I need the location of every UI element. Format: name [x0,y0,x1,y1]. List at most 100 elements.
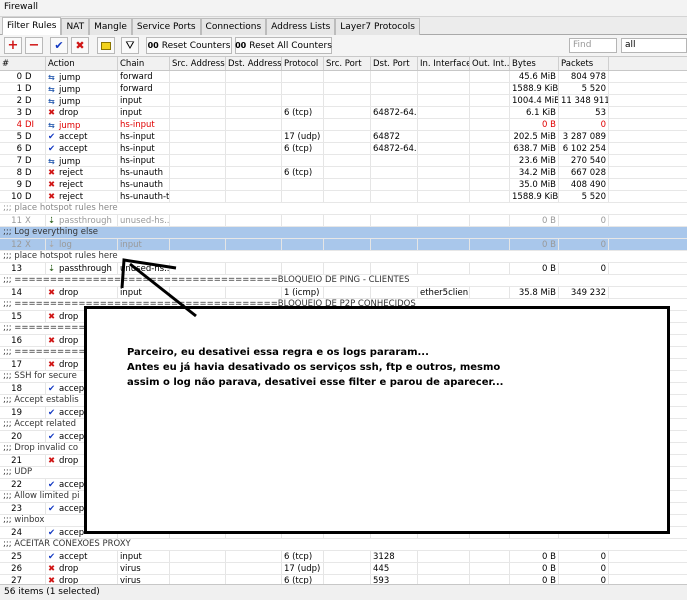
table-row[interactable]: 11 X ⇣ passthrough unused-hs... 0 B0 [0,215,687,227]
enable-icon[interactable]: ✔ [50,37,68,54]
tab-filter-rules[interactable]: Filter Rules [2,17,62,35]
rule-number: 13 [11,264,22,274]
column-header[interactable]: Chain [118,57,170,70]
drop-icon: ✖ [48,360,56,370]
comment-row[interactable]: ;;; place hotspot rules here [0,203,687,215]
find-input[interactable]: Find [569,38,617,53]
bytes-cell: 1004.4 MiB [512,95,559,106]
reset-all-counters-label: Reset All Counters [249,40,332,51]
comment-row[interactable]: ;;; Log everything else [0,227,687,239]
packets-cell: 667 028 [559,167,609,178]
table-row[interactable]: 12 X ⇣ log input 0 B0 [0,239,687,251]
reset-all-counters-button[interactable]: 00 Reset All Counters [235,37,332,54]
packets-cell: 804 978 [559,71,609,82]
chain-cell: unused-hs... [120,215,170,226]
column-header[interactable]: Protocol [282,57,324,70]
table-row[interactable]: 9 D ✖ reject hs-unauth 35.0 MiB 408 490 [0,179,687,191]
tab-mangle[interactable]: Mangle [89,18,132,35]
action-label: log [59,240,72,250]
packets-cell: 349 232 [559,287,609,298]
column-header[interactable]: Packets [559,57,609,70]
drop-icon: ✖ [48,168,56,178]
column-header[interactable]: Dst. Port [371,57,418,70]
annotation-box: Parceiro, eu desativei essa regra e os l… [84,306,670,534]
passthrough-icon: ⇣ [48,264,56,274]
action-cell: ⇆ jump [46,119,118,130]
protocol-cell [282,215,324,226]
column-header[interactable]: Src. Port [324,57,371,70]
column-header[interactable]: Out. Int... [470,57,510,70]
table-row[interactable]: 26 ✖ drop virus 17 (udp) 445 0 B0 [0,563,687,575]
out-iface-cell [470,287,510,298]
comment-row[interactable]: ;;; ACEITAR CONEXOES PROXY [0,539,687,551]
tab-connections[interactable]: Connections [200,18,267,35]
table-row[interactable]: 27 ✖ drop virus 6 (tcp) 593 0 B0 [0,575,687,584]
counter-glyph: 00 [235,41,247,50]
column-header[interactable]: Action [46,57,118,70]
remove-icon[interactable]: − [25,37,43,54]
action-label: drop [59,288,79,298]
out-iface-cell [470,143,510,154]
bytes-cell: 6.1 KiB [510,107,559,118]
drop-icon: ✖ [48,108,56,118]
src-addr-cell [170,215,226,226]
column-header[interactable]: Src. Address [170,57,226,70]
table-row[interactable]: 14✖dropinput1 (icmp)ether5clien...35.8 M… [0,287,687,299]
src-port-cell [324,131,371,142]
packets-cell: 11 348 911 [561,95,609,106]
table-row[interactable]: 0 D ⇆ jump forward 45.6 MiB 804 978 [0,71,687,83]
tab-address-lists[interactable]: Address Lists [266,18,336,35]
in-iface-cell [418,191,470,202]
action-cell: ✔ accept [46,551,118,562]
table-row[interactable]: 2 D ⇆ jump input 1004.4 MiB 11 348 911 [0,95,687,107]
comment-row[interactable]: ;;; place hotspot rules here [0,251,687,263]
table-row[interactable]: 7 D ⇆ jump hs-input 23.6 MiB 270 540 [0,155,687,167]
comment-row[interactable]: ;;; ====================================… [0,275,687,287]
disable-icon[interactable]: ✖ [71,37,89,54]
table-row[interactable]: 25 ✔ accept input 6 (tcp) 3128 0 B0 [0,551,687,563]
column-header[interactable]: # [0,57,46,70]
action-cell: ✖ drop [46,107,118,118]
table-row[interactable]: 13 ⇣ passthrough unused-hs... 0 B0 [0,263,687,275]
rule-number-cell: 24 [0,527,46,538]
rule-number-cell: 12 X [0,239,46,250]
chain-cell: input [118,287,170,298]
rule-number: 16 [11,336,22,346]
column-header[interactable]: Bytes [510,57,559,70]
src-port-cell [324,263,371,274]
column-header[interactable]: Dst. Address [226,57,282,70]
table-row[interactable]: 4 DI ⇆ jump hs-input 0 B0 [0,119,687,131]
dst-addr-cell [226,119,282,130]
filter-icon[interactable]: ⛛ [121,37,139,54]
table-header: # Action Chain Src. Address Dst. Address Prot… [0,57,687,71]
tab-layer7-protocols[interactable]: Layer7 Protocols [335,18,420,35]
table-row[interactable]: 5 D ✔ accept hs-input 17 (udp) 64872 202.5 MiB 3… [0,131,687,143]
action-label: reject [59,168,84,178]
packets-cell: 0 [559,563,609,574]
tab-nat[interactable]: NAT [61,18,90,35]
rule-number-cell: 0D [0,71,46,82]
tab-service-ports[interactable]: Service Ports [131,18,201,35]
rule-number: 11 [11,216,22,226]
table-row[interactable]: 10 D ✖ reject hs-unauth-to 1588.9 KiB 5 520 [0,191,687,203]
action-label: reject [59,180,84,190]
column-header[interactable]: In. Interface [418,57,470,70]
reset-counters-button[interactable]: 00 Reset Counters [146,37,232,54]
rule-number-cell: 26 [0,563,46,574]
out-iface-cell [470,263,510,274]
dst-port-cell [371,215,418,226]
dst-port-cell: 64872 [371,131,418,142]
accept-icon: ✔ [48,384,56,394]
packets-cell: 53 [559,107,609,118]
table-row[interactable]: 3 D ✖ drop input 6 (tcp) 64872-64... 6.1 KiB 53 [0,107,687,119]
table-row[interactable]: 6 D ✔ accept hs-input 6 (tcp) 64872-64... 638.7… [0,143,687,155]
table-row[interactable]: 8 D ✖ reject hs-unauth 6 (tcp) 34.2 MiB 667 028 [0,167,687,179]
comment-icon[interactable] [97,37,115,54]
add-icon[interactable]: + [4,37,22,54]
table-row[interactable]: 1 D ⇆ jump forward 1588.9 KiB 5 520 [0,83,687,95]
action-label: accep [59,528,85,538]
protocol-cell: 17 (udp) [282,563,324,574]
protocol-cell [282,191,324,202]
filter-select[interactable]: all [621,38,687,53]
dst-port-cell [371,83,418,94]
